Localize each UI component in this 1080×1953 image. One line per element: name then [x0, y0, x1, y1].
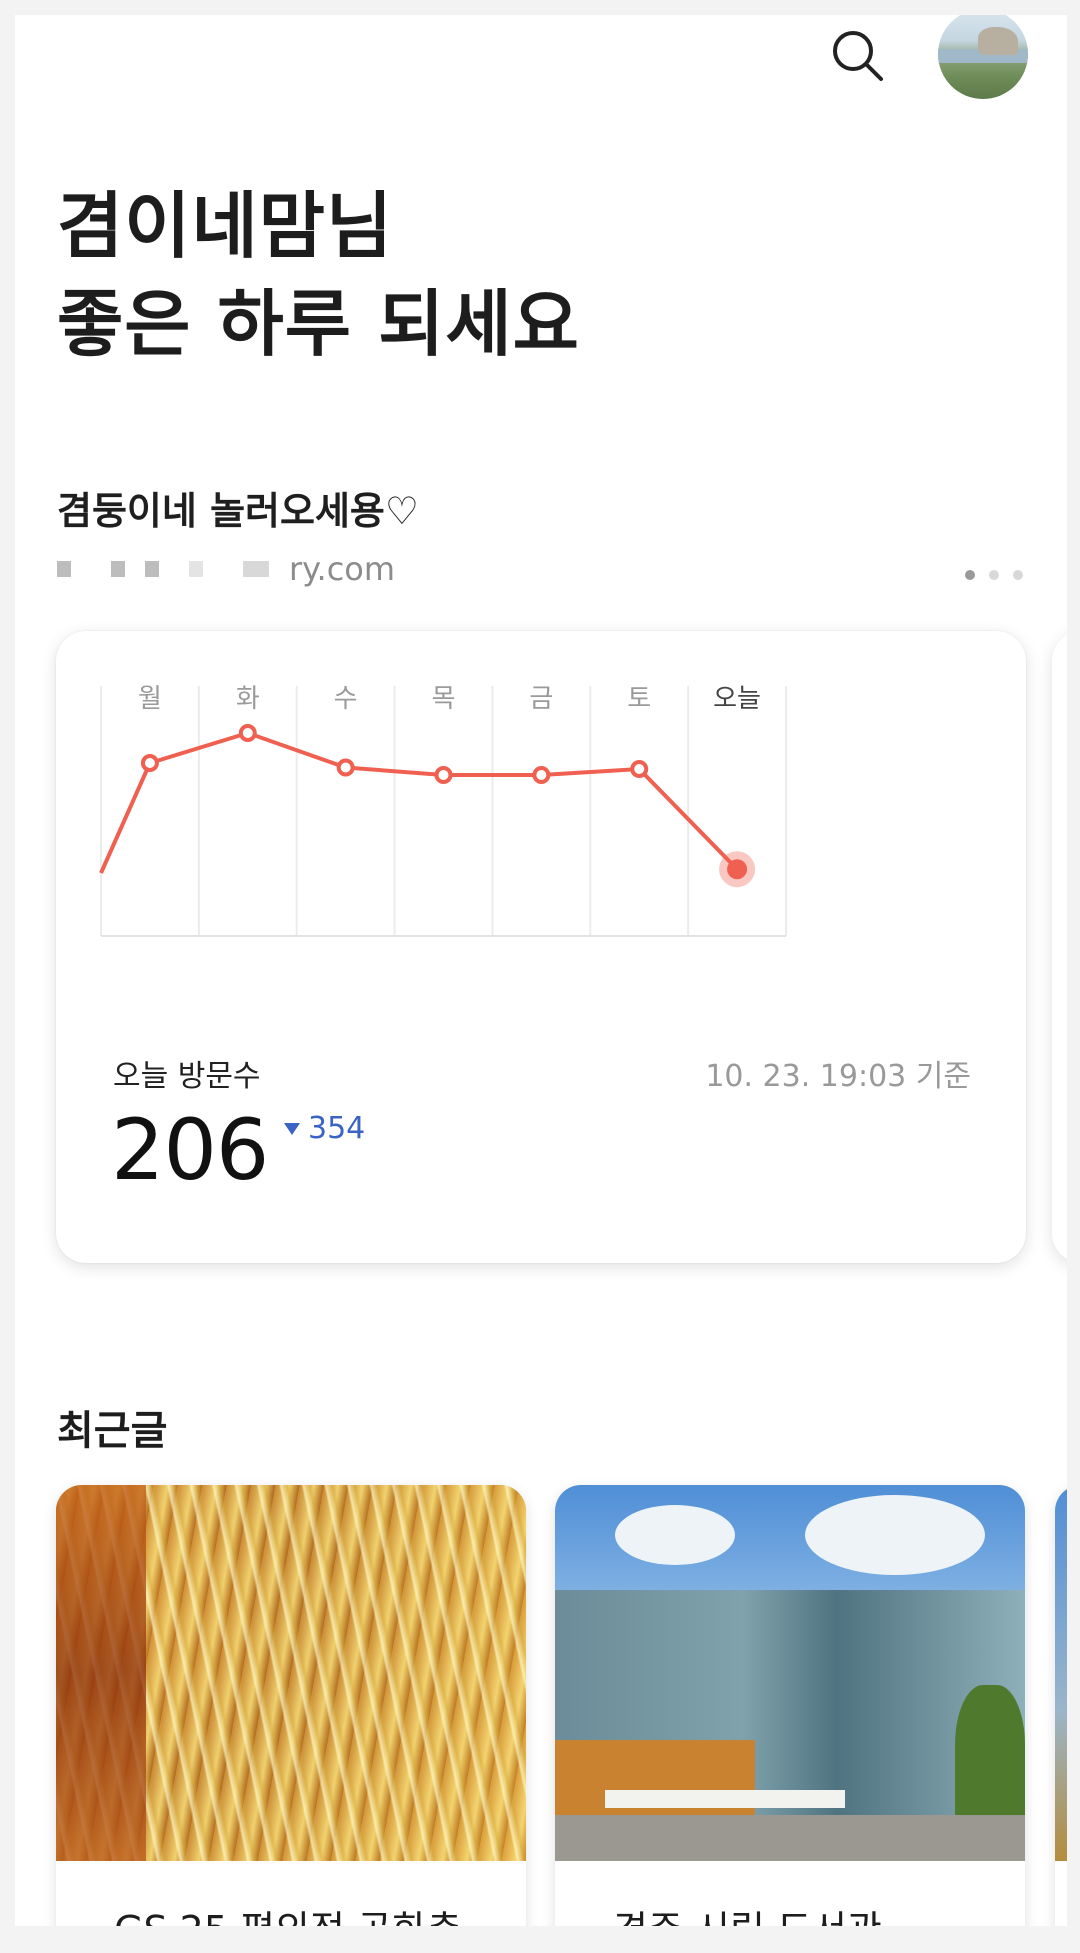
stats-timestamp: 10. 23. 19:03 기준: [705, 1059, 971, 1094]
post-thumbnail: [555, 1485, 1025, 1861]
data-point: [140, 754, 159, 772]
search-icon: [833, 31, 883, 81]
post-thumbnail: [56, 1485, 526, 1861]
today-visits-count: 206: [111, 1101, 269, 1199]
visits-change: 354: [284, 1111, 365, 1146]
thumbnail-cloud: [805, 1495, 985, 1575]
weekly-visits-chart: 월 화 수 목 금 토 오늘: [99, 684, 787, 937]
day-label: 화: [236, 684, 260, 714]
redacted-url-part: [111, 561, 125, 577]
redacted-url-part: [243, 561, 269, 577]
thumbnail-building-lower: [555, 1740, 755, 1820]
data-point: [434, 766, 453, 784]
data-point: [336, 758, 355, 777]
greeting-line-1: 겸이네맘님: [57, 184, 394, 268]
blog-url-text: ry.com: [289, 550, 396, 588]
today-data-point: [727, 859, 748, 880]
thumbnail-ground: [555, 1815, 1025, 1861]
day-label: 오늘: [713, 684, 761, 714]
thumbnail-broth: [56, 1485, 146, 1861]
data-point: [630, 760, 649, 778]
pagination-dot[interactable]: [965, 570, 975, 580]
day-label: 토: [627, 684, 651, 714]
pagination-dot[interactable]: [1013, 570, 1023, 580]
triangle-down-icon: [284, 1122, 300, 1135]
greeting-heading: 겸이네맘님 좋은 하루 되세요: [57, 177, 580, 373]
visits-series-line: [99, 731, 739, 874]
thumbnail-tree: [955, 1685, 1025, 1835]
visitor-stats-card[interactable]: 월 화 수 목 금 토 오늘 오늘 방문수 10. 23. 19:03 기준 206 354: [56, 631, 1026, 1263]
redacted-url-part: [57, 561, 71, 577]
recent-posts-heading: 최근글: [57, 1408, 168, 1454]
blog-home-page: 겸이네맘님 좋은 하루 되세요 겸둥이네 놀러오세용♡ ry.com 월 화 수 목 금…: [15, 15, 1067, 1943]
recent-post-card[interactable]: [1055, 1485, 1067, 1943]
profile-avatar[interactable]: [938, 15, 1028, 99]
day-label: 금: [529, 684, 553, 714]
today-visits-label: 오늘 방문수: [113, 1059, 261, 1094]
data-point: [532, 766, 551, 784]
visits-change-value: 354: [308, 1111, 366, 1146]
redacted-url-part: [189, 561, 203, 577]
thumbnail-cloud: [615, 1505, 735, 1565]
thumbnail-banner: [605, 1790, 845, 1808]
post-thumbnail: [1055, 1485, 1067, 1861]
redacted-url-part: [145, 561, 159, 577]
next-stats-card-peek[interactable]: [1052, 631, 1067, 1263]
blog-title[interactable]: 겸둥이네 놀러오세용♡: [57, 480, 419, 535]
recent-post-card[interactable]: 경주 시립 도서관,: [555, 1485, 1025, 1943]
bottom-edge: [0, 1926, 1080, 1953]
day-label: 목: [432, 684, 456, 714]
blog-url[interactable]: ry.com: [57, 550, 395, 588]
day-label: 수: [334, 684, 358, 714]
greeting-line-2: 좋은 하루 되세요: [57, 282, 580, 366]
avatar-photo-rock: [978, 27, 1018, 55]
pagination-dot[interactable]: [989, 570, 999, 580]
recent-post-card[interactable]: GS 25 편의점 공화춘: [56, 1485, 526, 1943]
search-button[interactable]: [822, 20, 892, 90]
carousel-pagination: [965, 570, 1023, 580]
data-point: [238, 724, 257, 742]
day-label: 월: [138, 684, 162, 714]
